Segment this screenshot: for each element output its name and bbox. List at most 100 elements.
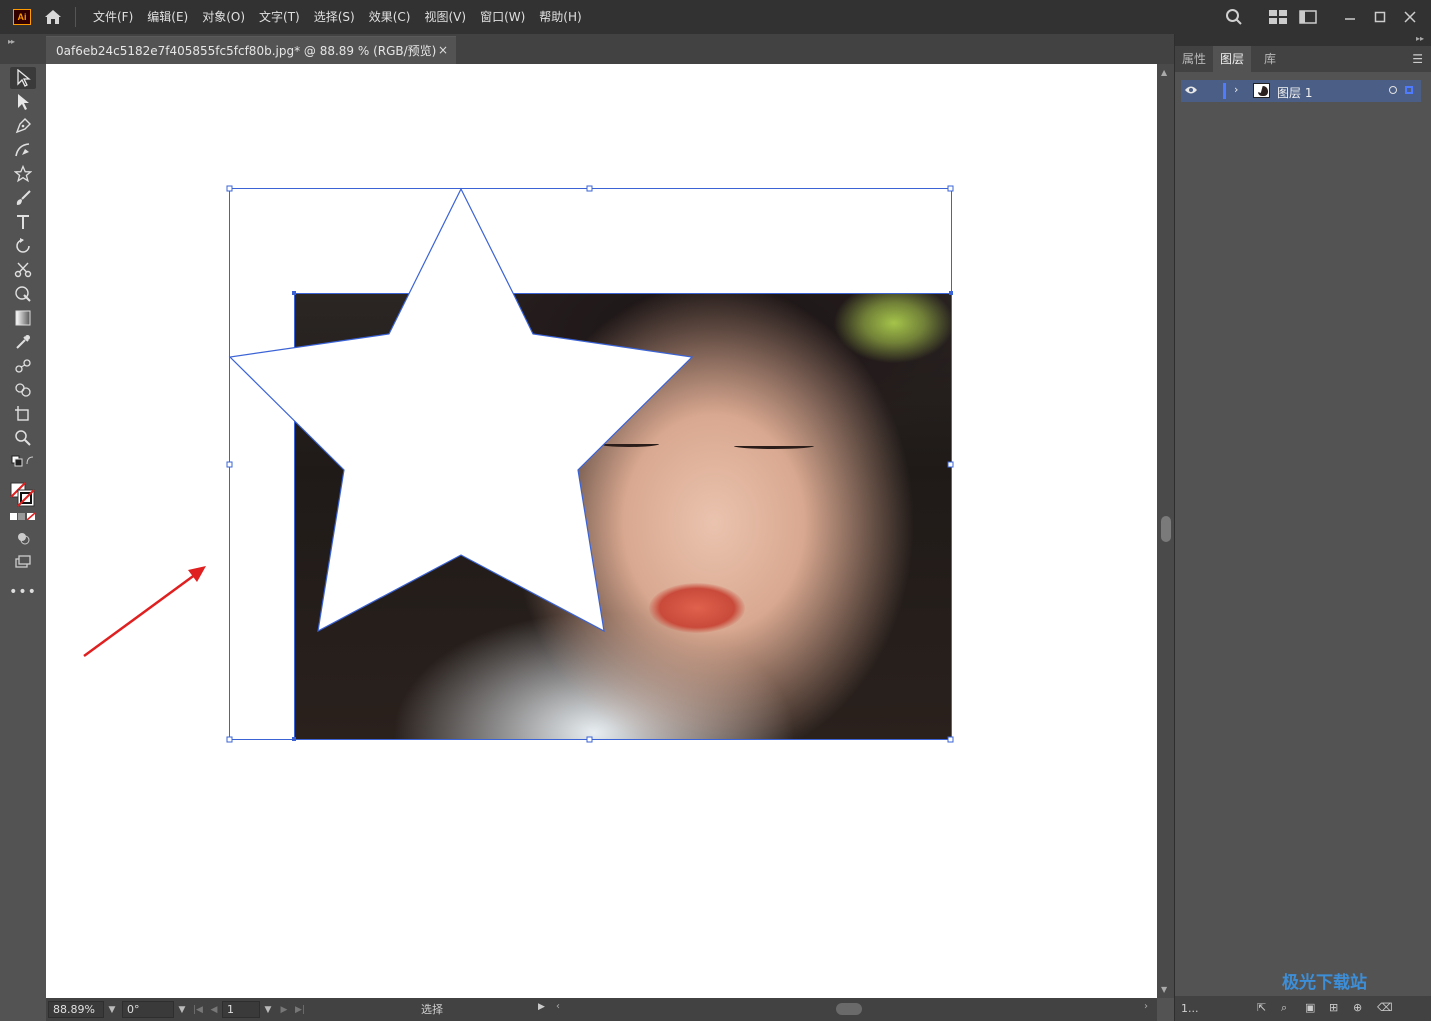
layer-thumbnail (1253, 83, 1270, 98)
menu-edit[interactable]: 编辑(E) (140, 0, 195, 34)
rotate-tool-icon[interactable] (10, 235, 36, 257)
scroll-up-icon[interactable]: ▲ (1161, 68, 1167, 77)
window-controls (1219, 0, 1431, 34)
scroll-down-icon[interactable]: ▼ (1161, 985, 1167, 994)
layer-color-bar (1223, 83, 1226, 99)
home-icon[interactable] (43, 7, 63, 27)
next-artboard-icon[interactable]: ▶ (276, 1005, 292, 1015)
new-layer-icon[interactable]: ⊕ (1353, 1001, 1367, 1015)
star-shape[interactable] (228, 187, 694, 633)
rotation-value: 0° (127, 1003, 140, 1016)
vertical-scroll-thumb[interactable] (1161, 516, 1171, 542)
artboard-canvas[interactable] (46, 64, 1157, 998)
new-sublayer-icon[interactable]: ⊞ (1329, 1001, 1343, 1015)
zoom-tool-icon[interactable] (10, 427, 36, 449)
artboard-field[interactable]: 1 (222, 1001, 260, 1018)
layers-panel-footer: 1... ⇱ ⌕ ▣ ⊞ ⊕ ⌫ (1175, 996, 1431, 1021)
maximize-icon[interactable] (1365, 0, 1395, 34)
draw-mode-icon[interactable] (10, 527, 36, 549)
make-clipping-mask-icon[interactable]: ▣ (1305, 1001, 1319, 1015)
document-tab-title: 0af6eb24c5182e7f405855fc5fcf80b.jpg* @ 8… (56, 44, 437, 58)
shape-builder-tool-icon[interactable] (10, 379, 36, 401)
last-artboard-icon[interactable]: ▶| (292, 1005, 308, 1015)
vertical-scrollbar[interactable]: ▲ ▼ (1157, 64, 1174, 998)
menu-view[interactable]: 视图(V) (417, 0, 473, 34)
layer-selection-indicator[interactable] (1405, 86, 1413, 94)
color-mode-icon[interactable] (10, 510, 36, 524)
layer-count: 1... (1181, 1002, 1199, 1015)
app-logo: Ai (13, 9, 31, 25)
tools-panel: ••• (0, 64, 46, 1004)
prev-artboard-icon[interactable]: ◀ (206, 1005, 222, 1015)
workspace-icon[interactable] (1263, 0, 1293, 34)
menu-effect[interactable]: 效果(C) (362, 0, 418, 34)
menu-file[interactable]: 文件(F) (86, 0, 140, 34)
layer-row[interactable]: › 图层 1 (1181, 80, 1421, 102)
selection-overlay (83, 185, 954, 743)
menu-object[interactable]: 对象(O) (195, 0, 252, 34)
document-tab[interactable]: 0af6eb24c5182e7f405855fc5fcf80b.jpg* @ 8… (46, 36, 456, 64)
toolbar-collapse-icon[interactable]: ▸▸ (8, 37, 24, 51)
type-tool-icon[interactable] (10, 211, 36, 233)
artboard-tool-icon[interactable] (10, 403, 36, 425)
menu-type[interactable]: 文字(T) (252, 0, 307, 34)
zoom-dropdown-icon[interactable]: ▼ (104, 1005, 120, 1015)
watermark-logo: 极光下载站 (1282, 973, 1367, 993)
layer-name: 图层 1 (1277, 86, 1313, 100)
selection-handles[interactable] (226, 185, 954, 743)
status-menu-icon[interactable]: ▶ (538, 1002, 545, 1012)
rotation-field[interactable]: 0° (122, 1001, 174, 1018)
curvature-tool-icon[interactable] (10, 139, 36, 161)
tool-mode-label: 选择 (421, 1003, 443, 1016)
tab-libraries[interactable]: 库 (1251, 46, 1289, 72)
eyedropper-tool-icon[interactable] (10, 331, 36, 353)
right-panel: ▸▸ 属性 图层 库 ☰ › 图层 1 1... ⇱ ⌕ ▣ ⊞ ⊕ ⌫ (1174, 34, 1431, 1021)
layer-target-icon[interactable] (1389, 86, 1397, 94)
fill-stroke-swatch-icon[interactable] (10, 482, 36, 508)
blend-tool-icon[interactable] (10, 355, 36, 377)
gradient-tool-icon[interactable] (10, 307, 36, 329)
annotation-arrow (83, 566, 206, 658)
delete-layer-icon[interactable]: ⌫ (1377, 1001, 1393, 1015)
star-tool-icon[interactable] (10, 163, 36, 185)
panel-tabs: 属性 图层 库 (1175, 46, 1431, 72)
tab-properties[interactable]: 属性 (1175, 46, 1213, 72)
menu-bar: Ai 文件(F) 编辑(E) 对象(O) 文字(T) 选择(S) 效果(C) 视… (0, 0, 1431, 34)
scissors-tool-icon[interactable] (10, 259, 36, 281)
rotation-dropdown-icon[interactable]: ▼ (174, 1005, 190, 1015)
arrange-icon[interactable] (1293, 0, 1323, 34)
panel-collapse-icon[interactable]: ▸▸ (1416, 34, 1424, 43)
status-bar: 88.89% ▼ 0° ▼ |◀ ◀ 1 ▼ ▶ ▶| 选择 ▶ ‹ › (46, 998, 1157, 1021)
locate-object-icon[interactable]: ⌕ (1281, 1001, 1295, 1015)
document-tab-bar: ▸▸ 0af6eb24c5182e7f405855fc5fcf80b.jpg* … (0, 34, 1174, 64)
more-tools-icon[interactable]: ••• (9, 581, 36, 603)
search-icon[interactable] (1219, 0, 1249, 34)
artboard-dropdown-icon[interactable]: ▼ (260, 1005, 276, 1015)
close-icon[interactable] (1395, 0, 1425, 34)
export-icon[interactable]: ⇱ (1257, 1001, 1271, 1015)
panel-header: ▸▸ (1175, 34, 1431, 46)
menu-separator (75, 7, 76, 27)
artboard-value: 1 (227, 1003, 234, 1016)
direct-selection-tool-icon[interactable] (10, 91, 36, 113)
pen-tool-icon[interactable] (10, 115, 36, 137)
visibility-eye-icon[interactable] (1181, 85, 1201, 98)
menu-window[interactable]: 窗口(W) (473, 0, 532, 34)
menu-help[interactable]: 帮助(H) (532, 0, 588, 34)
minimize-icon[interactable] (1335, 0, 1365, 34)
screen-mode-icon[interactable] (10, 551, 36, 573)
first-artboard-icon[interactable]: |◀ (190, 1005, 206, 1015)
tab-close-icon[interactable]: × (438, 43, 448, 57)
tab-layers[interactable]: 图层 (1213, 46, 1251, 72)
zoom-field[interactable]: 88.89% (48, 1001, 104, 1018)
scroll-left-icon[interactable]: ‹ (556, 1001, 560, 1012)
panel-menu-icon[interactable]: ☰ (1412, 52, 1423, 66)
scroll-right-icon[interactable]: › (1144, 1001, 1148, 1012)
menu-select[interactable]: 选择(S) (307, 0, 362, 34)
expand-chevron-icon[interactable]: › (1234, 83, 1238, 96)
selection-tool-icon[interactable] (10, 67, 36, 89)
puppet-warp-tool-icon[interactable] (10, 283, 36, 305)
horizontal-scroll-thumb[interactable] (836, 1003, 862, 1015)
paintbrush-tool-icon[interactable] (10, 187, 36, 209)
swap-colors-icon[interactable] (10, 453, 36, 469)
